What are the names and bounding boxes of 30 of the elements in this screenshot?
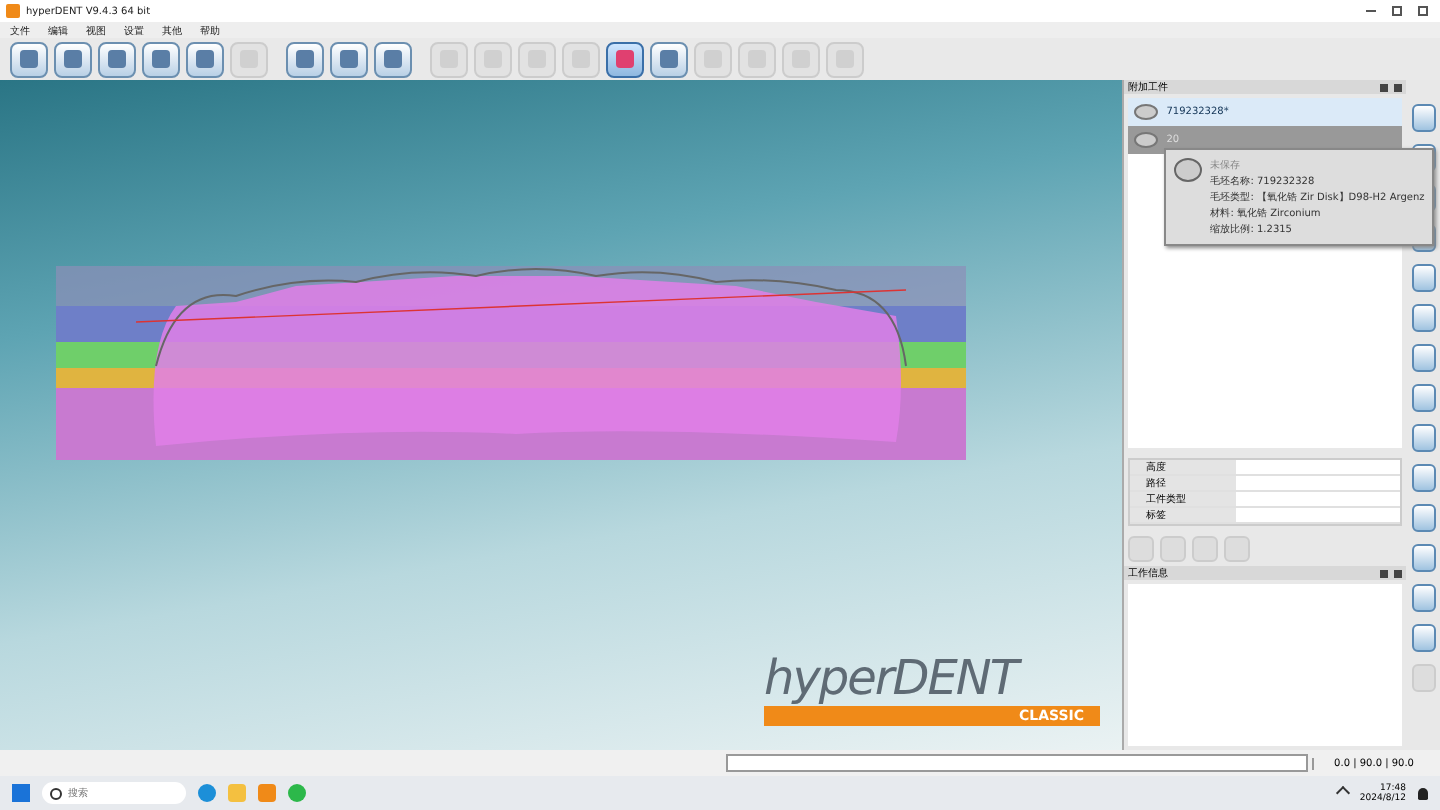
app-logo-icon [6,4,20,18]
disc-icon [1134,104,1159,120]
side-tool-button[interactable] [1411,504,1435,532]
toolbar-button[interactable] [54,41,92,77]
toolbar-button[interactable] [606,41,644,77]
side-tool-button[interactable] [1411,544,1435,572]
disc-icon [1174,158,1203,182]
toolbar-button[interactable] [286,41,324,77]
side-tool-button[interactable] [1411,344,1435,372]
toolbar-button[interactable] [186,41,224,77]
side-tool-button[interactable] [1411,624,1435,652]
side-tool-button[interactable] [1411,304,1435,332]
side-tool-button[interactable] [1411,384,1435,412]
side-tool-button[interactable] [1411,424,1435,452]
side-tool-button[interactable] [1411,464,1435,492]
side-tool-button[interactable] [1411,104,1435,132]
toolbar-button[interactable] [650,41,688,77]
minimize-icon[interactable] [1366,6,1376,12]
logo-text: hyperDENT [764,650,1024,706]
toolbar-button[interactable] [330,41,368,77]
toolbar-button[interactable] [10,41,48,77]
side-tool-button[interactable] [1411,264,1435,292]
windows-start-icon[interactable] [12,784,30,802]
toolbar-button[interactable] [142,41,180,77]
restore-icon[interactable] [1392,6,1402,16]
bell-icon[interactable] [1418,787,1428,799]
search-icon [50,788,62,800]
side-tool-button[interactable] [1411,584,1435,612]
toolbar-button[interactable] [98,41,136,77]
toolbar-button[interactable] [374,41,412,77]
